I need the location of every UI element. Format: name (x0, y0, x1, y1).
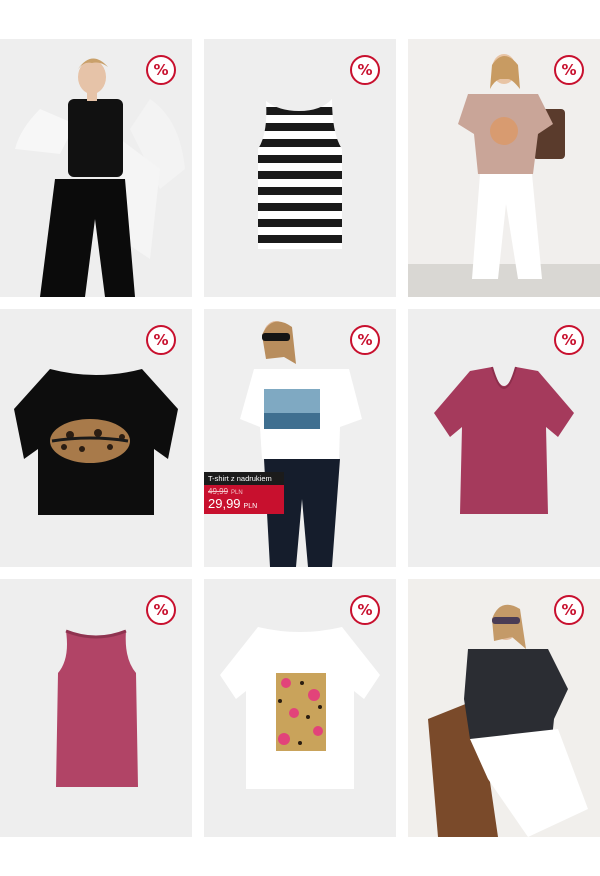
product-card-4[interactable]: % (0, 309, 192, 567)
product-card-9[interactable]: % (408, 579, 600, 837)
product-card-7[interactable]: % (0, 579, 192, 837)
product-name: T-shirt z nadrukiem (204, 472, 284, 485)
sale-percent-icon[interactable]: % (554, 55, 584, 85)
sale-percent-icon[interactable]: % (146, 325, 176, 355)
product-card-1[interactable]: % (0, 39, 192, 297)
sale-percent-icon[interactable]: % (554, 325, 584, 355)
sale-percent-icon[interactable]: % (146, 55, 176, 85)
sale-price: 29,99 PLN (208, 496, 258, 511)
product-card-3[interactable]: % (408, 39, 600, 297)
sale-percent-icon[interactable]: % (554, 595, 584, 625)
product-card-8[interactable]: % (204, 579, 396, 837)
sale-percent-icon[interactable]: % (350, 55, 380, 85)
product-grid: % % % % % T-shirt z nadrukiem 49,99 PLN … (0, 0, 600, 876)
sale-percent-icon[interactable]: % (146, 595, 176, 625)
sale-percent-icon[interactable]: % (350, 595, 380, 625)
sale-percent-icon[interactable]: % (350, 325, 380, 355)
old-price: 49,99 PLN (208, 487, 243, 496)
product-card-5[interactable]: % T-shirt z nadrukiem 49,99 PLN 29,99 PLN (204, 309, 396, 567)
product-card-2[interactable]: % (204, 39, 396, 297)
product-card-6[interactable]: % (408, 309, 600, 567)
price-tag[interactable]: T-shirt z nadrukiem 49,99 PLN 29,99 PLN (204, 472, 284, 514)
